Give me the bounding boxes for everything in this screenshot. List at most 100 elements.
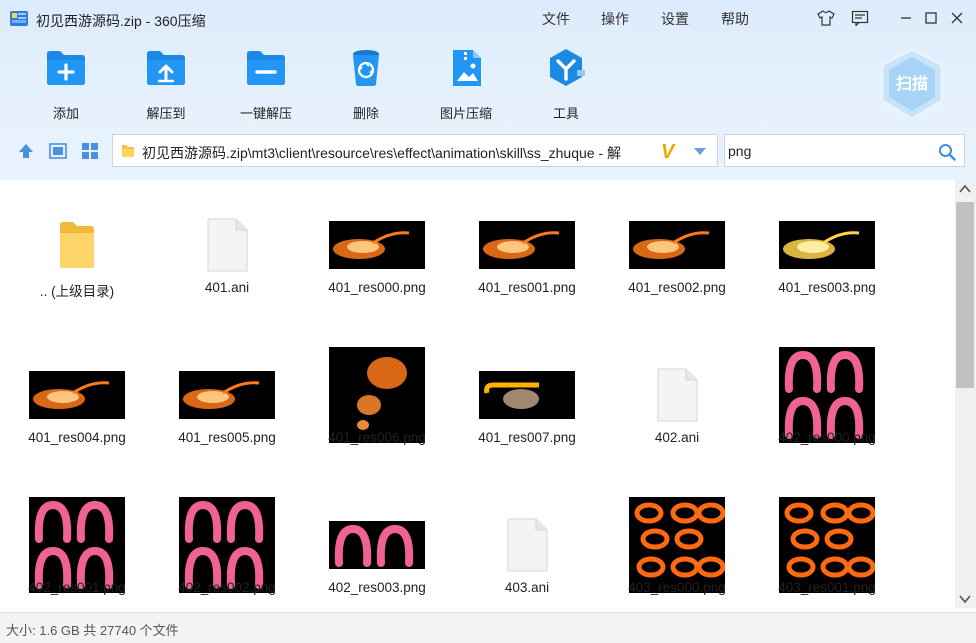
search-box[interactable]: png [724, 134, 965, 167]
tools-button[interactable]: 工具 [521, 44, 611, 121]
search-input[interactable]: png [728, 143, 751, 159]
document-icon [657, 368, 698, 422]
close-icon[interactable] [946, 8, 968, 28]
file-item[interactable]: 401_res003.png [752, 180, 902, 315]
file-item[interactable]: 403_res001.png [752, 475, 902, 608]
app-window: 初见西游源码.zip - 360压缩 文件 操作 设置 帮助 添加 解压到 一键… [0, 0, 976, 643]
up-arrow-icon[interactable] [17, 142, 35, 160]
file-name: 401_res000.png [328, 280, 426, 295]
address-bar[interactable]: 初见西游源码.zip\mt3\client\resource\res\effec… [112, 134, 718, 167]
scroll-down-icon[interactable] [959, 594, 971, 604]
maximize-icon[interactable] [920, 8, 942, 28]
image-preview [329, 347, 425, 443]
file-name: 403_res000.png [628, 580, 726, 595]
file-name: 403_res001.png [778, 580, 876, 595]
file-item[interactable]: 401.ani [152, 180, 302, 315]
image-thumbnail [752, 497, 902, 593]
add-label: 添加 [52, 106, 79, 121]
file-item[interactable]: 403_res000.png [602, 475, 752, 608]
list-view-icon[interactable] [49, 142, 67, 160]
folder-icon [60, 222, 94, 268]
image-thumbnail [2, 347, 152, 443]
menu-file[interactable]: 文件 [542, 9, 570, 29]
image-preview [479, 371, 575, 419]
file-item[interactable]: 402_res002.png [152, 475, 302, 608]
thumbnail-view-icon[interactable] [81, 142, 99, 160]
image-preview [329, 221, 425, 269]
add-button[interactable]: 添加 [21, 44, 111, 121]
file-item[interactable]: 401_res002.png [602, 180, 752, 315]
file-item[interactable]: 401_res005.png [152, 325, 302, 465]
extract-to-label: 解压到 [146, 106, 186, 121]
file-name: 402_res002.png [178, 580, 276, 595]
file-item[interactable]: 402_res000.png [752, 325, 902, 465]
image-preview [779, 497, 875, 593]
file-thumbnail [452, 497, 602, 593]
chevron-down-icon[interactable] [693, 147, 707, 157]
skin-icon[interactable] [815, 8, 837, 28]
image-preview [29, 371, 125, 419]
file-name: 401_res005.png [178, 430, 276, 445]
one-click-extract-button[interactable]: 一键解压 [221, 44, 311, 121]
add-icon [47, 51, 85, 85]
image-preview [779, 221, 875, 269]
extract-to-button[interactable]: 解压到 [121, 44, 211, 121]
file-thumbnail [602, 347, 752, 443]
image-preview [179, 371, 275, 419]
file-name: 401_res002.png [628, 280, 726, 295]
status-bar: 大小: 1.6 GB 共 27740 个文件 [0, 612, 976, 643]
file-item[interactable]: 402_res001.png [2, 475, 152, 608]
vertical-scrollbar[interactable] [955, 180, 976, 608]
menu-help[interactable]: 帮助 [721, 9, 749, 29]
image-thumbnail [152, 497, 302, 593]
minimize-icon[interactable] [895, 8, 917, 28]
file-name: 401_res007.png [478, 430, 576, 445]
menu-settings[interactable]: 设置 [661, 9, 689, 29]
tools-label: 工具 [552, 106, 579, 121]
title-bar: 初见西游源码.zip - 360压缩 文件 操作 设置 帮助 [0, 0, 976, 36]
one-click-extract-icon [247, 51, 285, 85]
menu-operate[interactable]: 操作 [601, 9, 629, 29]
file-item[interactable]: 402_res003.png [302, 475, 452, 608]
file-grid: .. (上级目录) 401.ani 401_res000.png 401_res001… [0, 180, 955, 608]
file-item[interactable]: 402.ani [602, 325, 752, 465]
image-preview [329, 521, 425, 569]
folder-thumbnail [2, 197, 152, 293]
file-item[interactable]: 401_res001.png [452, 180, 602, 315]
file-name: 402_res001.png [28, 580, 126, 595]
scroll-up-icon[interactable] [959, 184, 971, 194]
window-title: 初见西游源码.zip - 360压缩 [36, 13, 206, 29]
file-item[interactable]: 401_res007.png [452, 325, 602, 465]
image-thumbnail [2, 497, 152, 593]
file-name: 403.ani [504, 580, 550, 595]
image-preview [629, 221, 725, 269]
image-thumbnail [752, 347, 902, 443]
image-compress-button[interactable]: 图片压缩 [421, 44, 511, 121]
top-panel: 初见西游源码.zip - 360压缩 文件 操作 设置 帮助 添加 解压到 一键… [0, 0, 976, 180]
image-preview [479, 221, 575, 269]
image-preview [29, 497, 125, 593]
image-thumbnail [452, 197, 602, 293]
image-preview [179, 497, 275, 593]
file-name: 402.ani [654, 430, 700, 445]
feedback-icon[interactable] [849, 8, 871, 28]
image-thumbnail [302, 347, 452, 443]
image-thumbnail [752, 197, 902, 293]
tools-icon [550, 49, 585, 86]
file-item[interactable]: .. (上级目录) [2, 180, 152, 315]
file-item[interactable]: 401_res004.png [2, 325, 152, 465]
scan-button[interactable]: 扫描 [878, 47, 946, 121]
file-item[interactable]: 401_res006.png [302, 325, 452, 465]
file-name: 401_res006.png [328, 430, 426, 445]
image-thumbnail [152, 347, 302, 443]
file-name: 401_res003.png [778, 280, 876, 295]
search-icon[interactable] [938, 143, 956, 161]
delete-button[interactable]: 删除 [321, 44, 411, 121]
file-item[interactable]: 401_res000.png [302, 180, 452, 315]
scan-label: 扫描 [896, 74, 928, 93]
scrollbar-thumb[interactable] [956, 202, 974, 388]
extract-to-icon [147, 51, 185, 85]
file-item[interactable]: 403.ani [452, 475, 602, 608]
file-name: 402_res000.png [778, 430, 876, 445]
image-thumbnail [602, 197, 752, 293]
